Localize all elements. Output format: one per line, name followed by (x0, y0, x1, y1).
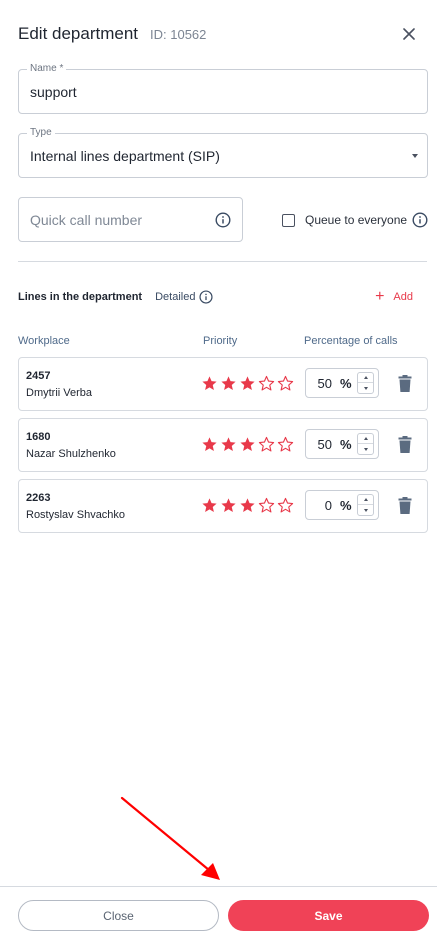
quick-call-placeholder: Quick call number (30, 211, 143, 228)
star-outline-icon[interactable] (277, 497, 294, 514)
lines-table-header: Workplace Priority Percentage of calls (18, 335, 428, 349)
line-user-name: Dmytrii Verba (26, 387, 93, 399)
column-percentage: Percentage of calls (304, 335, 398, 347)
line-extension: 1680 (26, 431, 51, 443)
name-field-label: Name * (27, 63, 67, 75)
lines-title: Lines in the department (18, 291, 143, 303)
close-button[interactable]: Close (18, 900, 219, 931)
percent-sign: % (340, 437, 352, 452)
star-filled-icon[interactable] (239, 375, 256, 392)
plus-icon: + (375, 288, 385, 305)
annotation-arrow (120, 796, 220, 880)
line-row: 2457 Dmytrii Verba 50% (18, 357, 428, 411)
quick-call-number-input[interactable]: Quick call number (18, 197, 243, 242)
queue-checkbox[interactable] (282, 213, 295, 227)
decrement-icon[interactable] (358, 444, 373, 454)
star-filled-icon[interactable] (220, 436, 237, 453)
percent-sign: % (340, 376, 352, 391)
star-filled-icon[interactable] (220, 375, 237, 392)
add-line-button[interactable]: + Add (375, 289, 413, 305)
star-filled-icon[interactable] (201, 375, 218, 392)
increment-icon[interactable] (358, 434, 373, 444)
percentage-input[interactable]: 0% (305, 490, 379, 520)
chevron-down-icon[interactable] (412, 153, 418, 158)
trash-icon[interactable] (398, 375, 412, 393)
add-label: Add (393, 291, 413, 303)
star-outline-icon[interactable] (258, 375, 275, 392)
percentage-input[interactable]: 50% (305, 429, 379, 459)
increment-icon[interactable] (358, 373, 373, 383)
divider (18, 261, 427, 262)
increment-icon[interactable] (358, 495, 373, 505)
type-select[interactable]: Type Internal lines department (SIP) (18, 127, 428, 178)
star-filled-icon[interactable] (220, 497, 237, 514)
star-outline-icon[interactable] (277, 436, 294, 453)
percentage-value[interactable]: 50 (318, 376, 332, 391)
percentage-stepper[interactable] (357, 494, 374, 516)
decrement-icon[interactable] (358, 505, 373, 515)
line-row: 2263 Rostyslav Shvachko 0% (18, 479, 428, 533)
dialog-header: Edit department ID: 10562 (18, 22, 419, 46)
trash-icon[interactable] (398, 436, 412, 454)
star-outline-icon[interactable] (277, 375, 294, 392)
type-select-label: Type (27, 127, 55, 139)
star-outline-icon[interactable] (258, 497, 275, 514)
line-extension: 2457 (26, 370, 51, 382)
trash-icon[interactable] (398, 497, 412, 515)
star-filled-icon[interactable] (201, 436, 218, 453)
column-workplace: Workplace (18, 335, 70, 347)
info-icon[interactable] (215, 211, 231, 228)
star-filled-icon[interactable] (201, 497, 218, 514)
name-field-value[interactable]: support (30, 84, 77, 100)
type-select-value[interactable]: Internal lines department (SIP) (30, 148, 220, 164)
queue-to-everyone[interactable]: Queue to everyone (282, 210, 428, 230)
star-outline-icon[interactable] (258, 436, 275, 453)
footer-divider (0, 886, 437, 887)
name-field[interactable]: Name * support (18, 63, 428, 114)
department-id: ID: 10562 (150, 26, 207, 42)
line-extension: 2263 (26, 492, 51, 504)
percentage-stepper[interactable] (357, 433, 374, 455)
lines-section-header: Lines in the department Detailed + Add (18, 289, 419, 305)
line-row: 1680 Nazar Shulzhenko 50% (18, 418, 428, 472)
save-button[interactable]: Save (228, 900, 429, 931)
close-icon[interactable] (399, 24, 419, 44)
percent-sign: % (340, 498, 352, 513)
percentage-input[interactable]: 50% (305, 368, 379, 398)
decrement-icon[interactable] (358, 383, 373, 393)
info-icon[interactable] (199, 290, 214, 304)
priority-rating[interactable] (201, 497, 296, 514)
column-priority: Priority (203, 335, 238, 347)
star-filled-icon[interactable] (239, 436, 256, 453)
priority-rating[interactable] (201, 375, 296, 392)
percentage-value[interactable]: 0 (325, 498, 332, 513)
percentage-stepper[interactable] (357, 372, 374, 394)
line-user-name: Nazar Shulzhenko (26, 448, 116, 460)
priority-rating[interactable] (201, 436, 296, 453)
queue-label: Queue to everyone (305, 213, 408, 227)
percentage-value[interactable]: 50 (318, 437, 332, 452)
info-icon[interactable] (412, 212, 428, 228)
dialog-title: Edit department (18, 24, 139, 43)
detailed-link[interactable]: Detailed (155, 291, 195, 303)
star-filled-icon[interactable] (239, 497, 256, 514)
line-user-name: Rostyslav Shvachko (26, 509, 126, 521)
